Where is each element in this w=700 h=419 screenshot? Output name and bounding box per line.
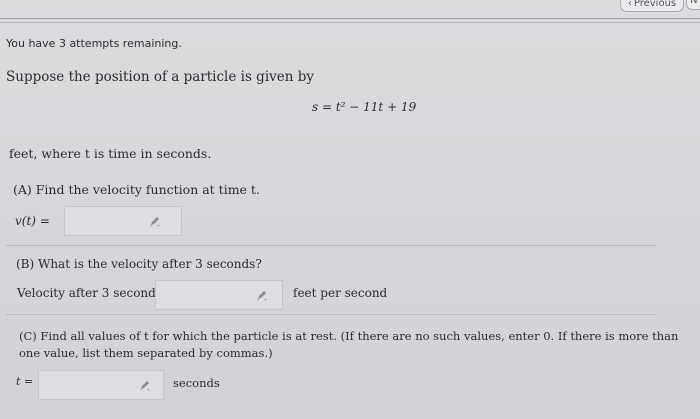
rest-times-input[interactable] — [38, 370, 164, 400]
pencil-icon[interactable] — [139, 379, 151, 391]
part-b-field-label: Velocity after 3 seconds = — [17, 286, 176, 300]
part-c-field-label: t = — [16, 375, 34, 388]
pencil-icon[interactable] — [256, 289, 268, 301]
problem-intro: Suppose the position of a particle is gi… — [6, 69, 315, 85]
previous-button[interactable]: ‹ Previous — [620, 0, 684, 12]
velocity-function-input[interactable] — [64, 206, 182, 236]
part-c-question: (C) Find all values of t for which the p… — [19, 329, 679, 360]
part-b-unit: feet per second — [293, 286, 388, 300]
screen: ‹ Previous N You have 3 attempts remaini… — [0, 0, 700, 419]
pencil-icon[interactable] — [149, 215, 161, 227]
velocity-at-3s-input[interactable] — [155, 280, 283, 310]
part-a-question: (A) Find the velocity function at time t… — [13, 182, 260, 197]
section-divider — [6, 314, 656, 315]
part-b-question: (B) What is the velocity after 3 seconds… — [16, 257, 262, 271]
problem-units: feet, where t is time in seconds. — [9, 146, 212, 161]
part-a-field-label: v(t) = — [15, 214, 50, 228]
chevron-left-icon: ‹ — [627, 0, 632, 9]
part-c-unit: seconds — [173, 376, 220, 390]
previous-button-label: Previous — [633, 0, 677, 9]
position-equation: s = t² − 11t + 19 — [312, 100, 417, 114]
header-rule-secondary — [0, 22, 700, 23]
top-navigation: ‹ Previous N — [0, 0, 700, 18]
next-button-label: N — [690, 0, 698, 6]
header-rule — [0, 18, 700, 19]
next-button[interactable]: N — [686, 0, 700, 10]
attempts-remaining: You have 3 attempts remaining. — [6, 37, 182, 50]
section-divider — [6, 245, 656, 246]
